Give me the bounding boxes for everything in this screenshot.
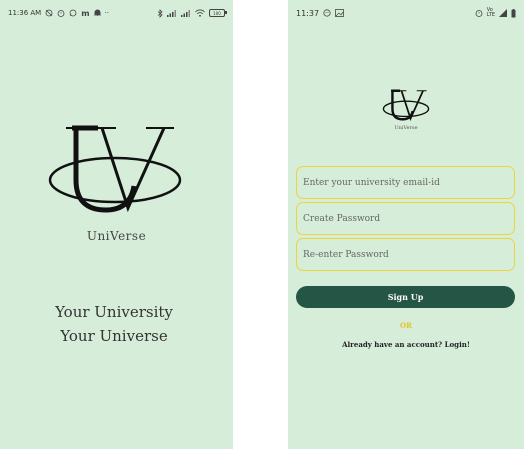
reenter-password-field[interactable] [297, 239, 514, 270]
signup-screen: 11:37 Vo LTE UniVerse Enter your univers… [288, 0, 524, 449]
app-name: UniVerse [394, 125, 418, 131]
wifi-icon [195, 9, 205, 17]
email-field[interactable] [297, 167, 514, 198]
email-field-container [296, 166, 515, 199]
signup-button[interactable]: Sign Up [296, 286, 515, 308]
universe-logo [382, 89, 430, 121]
status-time: 11:37 [296, 8, 320, 18]
status-time: 11:36 AM [8, 9, 42, 17]
signal-icon [499, 9, 507, 17]
alarm-icon [57, 9, 65, 17]
repassword-field-container [296, 238, 515, 271]
network-type: Vo LTE [486, 7, 495, 18]
tagline-line-1: Your University [55, 303, 173, 321]
gallery-icon [335, 9, 344, 17]
status-bar: 11:37 Vo LTE [288, 0, 524, 26]
m-app-icon: m [81, 8, 90, 18]
signal-icon-2 [181, 9, 191, 17]
status-misc: ·· [104, 9, 110, 17]
create-password-field[interactable] [297, 203, 514, 234]
tagline-line-2: Your Universe [60, 327, 168, 345]
password-field-container [296, 202, 515, 235]
or-divider: OR [400, 321, 412, 330]
sync-off-icon [45, 9, 53, 17]
bluetooth-icon [157, 8, 163, 18]
splash-screen: 11:36 AM m ·· 100 UniVerse Your Universi… [0, 0, 233, 449]
ghost-icon [94, 9, 101, 17]
login-link[interactable]: Already have an account? Login! [288, 340, 524, 349]
battery-icon [511, 8, 516, 18]
signal-icon [167, 9, 177, 17]
app-name: UniVerse [86, 229, 147, 243]
battery-icon: 100 [209, 9, 227, 17]
whatsapp-icon [69, 9, 77, 17]
universe-logo [48, 125, 182, 213]
status-bar: 11:36 AM m ·· 100 [0, 0, 233, 26]
alarm-icon [475, 9, 483, 17]
face-icon [323, 9, 331, 17]
